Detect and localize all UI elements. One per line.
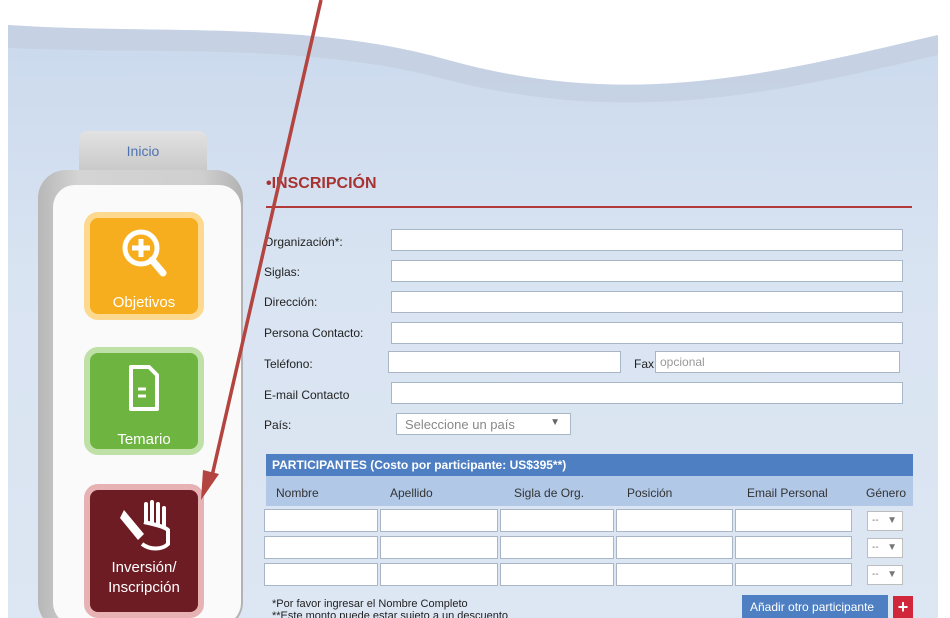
posicion-input[interactable] [616, 509, 733, 532]
siglas-input[interactable] [391, 260, 903, 282]
genero-value: -- [872, 515, 879, 526]
page: Inicio Objetivos Temario Inversión/ Insc… [8, 0, 938, 618]
nav-tile-temario[interactable]: Temario [84, 347, 204, 455]
page-title: •INSCRIPCIÓN [266, 175, 377, 192]
email-personal-input[interactable] [735, 563, 852, 586]
note-nombre-completo: *Por favor ingresar el Nombre Completo [272, 598, 468, 610]
magnifier-plus-icon [122, 229, 167, 277]
sigla-input[interactable] [500, 563, 614, 586]
genero-select[interactable]: -- ▼ [867, 511, 903, 531]
direccion-input[interactable] [391, 291, 903, 313]
nombre-input[interactable] [264, 563, 378, 586]
label-telefono: Teléfono: [264, 357, 313, 371]
genero-value: -- [872, 542, 879, 553]
participants-header: PARTICIPANTES (Costo por participante: U… [266, 454, 913, 476]
col-sigla: Sigla de Org. [514, 486, 585, 500]
label-direccion: Dirección: [264, 295, 318, 309]
page-title-text: INSCRIPCIÓN [271, 175, 377, 192]
sigla-input[interactable] [500, 509, 614, 532]
col-posicion: Posición [627, 486, 673, 500]
email-personal-input[interactable] [735, 536, 852, 559]
col-genero: Género [866, 486, 907, 500]
posicion-input[interactable] [616, 563, 733, 586]
label-fax: Fax: [634, 357, 658, 371]
document-icon [129, 365, 159, 411]
genero-select[interactable]: -- ▼ [867, 538, 903, 558]
label-organizacion: Organización*: [264, 235, 343, 249]
nombre-input[interactable] [264, 509, 378, 532]
sigla-input[interactable] [500, 536, 614, 559]
col-nombre: Nombre [276, 486, 319, 500]
note-descuento: **Este monto puede estar sujeto a un des… [272, 610, 509, 618]
chevron-down-icon: ▼ [887, 569, 897, 580]
nav-tile-objetivos[interactable]: Objetivos [84, 212, 204, 320]
plus-icon[interactable]: + [893, 596, 913, 618]
hand-writing-icon [120, 500, 170, 551]
apellido-input[interactable] [380, 509, 498, 532]
nombre-input[interactable] [264, 536, 378, 559]
organizacion-input[interactable] [391, 229, 903, 251]
apellido-input[interactable] [380, 536, 498, 559]
genero-value: -- [872, 569, 879, 580]
pais-select-value: Seleccione un país [405, 417, 515, 432]
label-siglas: Siglas: [264, 265, 301, 279]
email-contacto-input[interactable] [391, 382, 903, 404]
nav-tile-label: Temario [117, 431, 171, 448]
participants-columns: Nombre Apellido Sigla de Org. Posición E… [266, 476, 913, 506]
email-personal-input[interactable] [735, 509, 852, 532]
title-divider [266, 206, 912, 208]
col-apellido: Apellido [390, 486, 433, 500]
genero-select[interactable]: -- ▼ [867, 565, 903, 585]
nav-tile-label: Objetivos [112, 294, 176, 311]
header-wave [8, 0, 938, 103]
add-participant-button[interactable]: Añadir otro participante [742, 595, 888, 618]
nav-tile-label-line1: Inversión/ [111, 559, 177, 576]
posicion-input[interactable] [616, 536, 733, 559]
pais-select[interactable]: Seleccione un país ▼ [396, 413, 571, 435]
nav-tile-inscripcion[interactable]: Inversión/ Inscripción [84, 484, 204, 618]
tab-inicio[interactable]: Inicio [79, 131, 207, 171]
nav-tile-label: Inversión/ Inscripción [90, 558, 198, 598]
telefono-input[interactable] [388, 351, 621, 373]
col-email-personal: Email Personal [747, 486, 828, 500]
label-email-contacto: E-mail Contacto [264, 388, 350, 402]
label-persona-contacto: Persona Contacto: [264, 326, 364, 340]
fax-input[interactable]: opcional [655, 351, 900, 373]
persona-contacto-input[interactable] [391, 322, 903, 344]
chevron-down-icon: ▼ [887, 542, 897, 553]
nav-tile-label-line2: Inscripción [108, 579, 180, 596]
label-pais: País: [264, 418, 292, 432]
chevron-down-icon: ▼ [887, 515, 897, 526]
apellido-input[interactable] [380, 563, 498, 586]
chevron-down-icon: ▼ [550, 417, 560, 428]
